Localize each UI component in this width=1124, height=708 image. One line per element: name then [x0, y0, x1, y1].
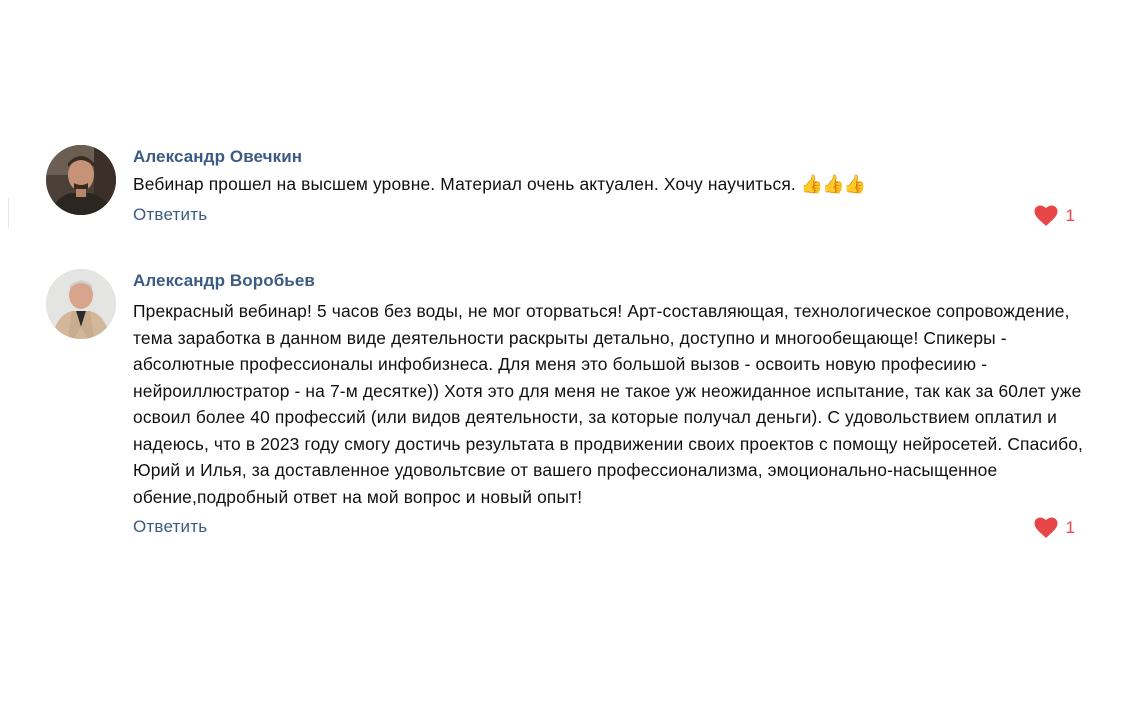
divider [8, 198, 9, 228]
comment-text: Прекрасный вебинар! 5 часов без воды, не… [133, 301, 1084, 507]
comments-list: Александр Овечкин Вебинар прошел на высш… [0, 0, 1124, 708]
heart-icon [1034, 205, 1058, 226]
thumbs-up-icon: 👍👍👍 [800, 174, 866, 194]
user-photo-icon [46, 269, 116, 339]
avatar[interactable] [46, 269, 116, 339]
heart-icon [1034, 517, 1058, 538]
like-count: 1 [1065, 518, 1075, 537]
like-button[interactable]: 1 [1034, 517, 1075, 539]
user-photo-icon [46, 145, 116, 215]
reply-button[interactable]: Ответить [133, 205, 207, 225]
comment-text-content: Вебинар прошел на высшем уровне. Материа… [133, 174, 801, 194]
comment-body: Александр Воробьев Прекрасный вебинар! 5… [133, 269, 1103, 541]
avatar[interactable] [46, 145, 116, 215]
like-button[interactable]: 1 [1034, 205, 1075, 227]
comment-text: Вебинар прошел на высшем уровне. Материа… [133, 171, 1103, 198]
comment-footer: Ответить 1 [133, 513, 1103, 541]
comment-author[interactable]: Александр Воробьев [133, 270, 1103, 292]
comment-body: Александр Овечкин Вебинар прошел на высш… [133, 145, 1103, 229]
like-count: 1 [1065, 205, 1075, 225]
comment-author[interactable]: Александр Овечкин [133, 146, 1103, 168]
comment-footer: Ответить 1 [133, 201, 1103, 229]
reply-button[interactable]: Ответить [133, 517, 207, 537]
